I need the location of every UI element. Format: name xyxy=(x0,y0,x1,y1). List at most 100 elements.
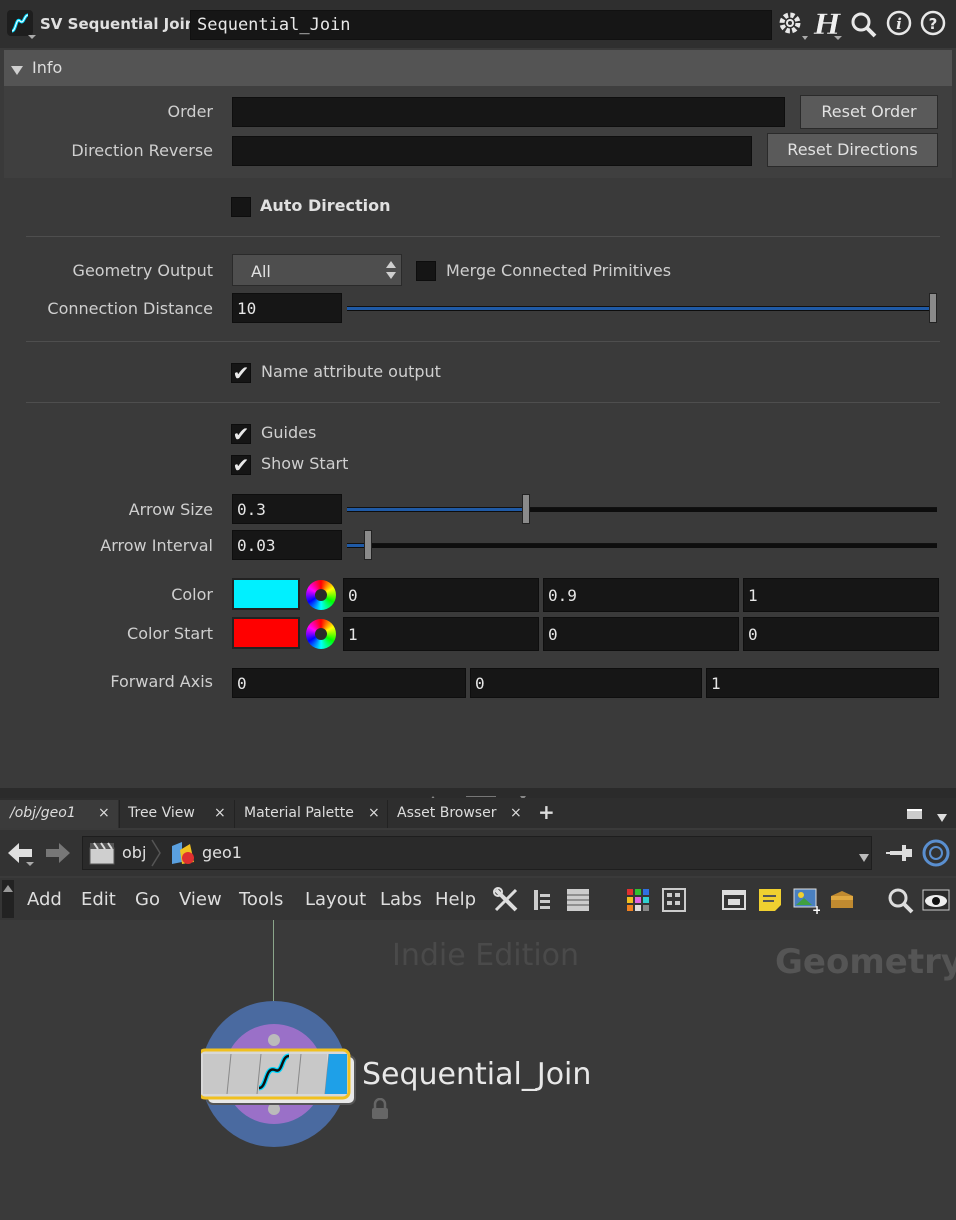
back-arrow-icon[interactable] xyxy=(6,840,36,870)
path-geo1[interactable]: geo1 xyxy=(202,843,242,862)
pane-menu-arrow-icon[interactable] xyxy=(936,808,948,827)
info-folder-bar[interactable] xyxy=(4,50,952,86)
menu-add[interactable]: Add xyxy=(27,889,62,910)
show-start-checkbox[interactable]: ✔ xyxy=(231,455,251,475)
indie-edition-watermark: Indie Edition xyxy=(392,938,580,973)
tab-asset-browser[interactable]: Asset Browser xyxy=(389,800,504,828)
close-icon[interactable]: × xyxy=(510,805,522,821)
color-wheel-icon[interactable] xyxy=(306,619,336,649)
geo-node-icon[interactable] xyxy=(168,840,198,870)
list-view-icon[interactable] xyxy=(564,886,592,914)
color-start-label: Color Start xyxy=(127,624,213,643)
background-image-icon[interactable]: + xyxy=(792,886,822,917)
network-path-field[interactable] xyxy=(82,836,872,870)
path-obj[interactable]: obj xyxy=(122,843,146,862)
menu-go[interactable]: Go xyxy=(135,889,160,910)
geometry-output-dropdown[interactable]: All xyxy=(232,254,402,286)
search-icon[interactable] xyxy=(886,886,914,914)
node-type-icon[interactable] xyxy=(6,9,36,39)
name-attribute-checkbox[interactable]: ✔ xyxy=(231,363,251,383)
color-start-swatch[interactable] xyxy=(232,617,300,649)
tab-tree-view[interactable]: Tree View xyxy=(120,800,203,828)
forward-axis-z-field[interactable]: 1 xyxy=(706,668,939,698)
tools-icon[interactable] xyxy=(492,886,520,914)
node-name-label[interactable]: Sequential_Join xyxy=(362,1057,591,1092)
shape-palette-icon[interactable] xyxy=(660,886,688,914)
order-field[interactable] xyxy=(232,97,785,127)
close-icon[interactable]: × xyxy=(98,805,110,821)
pane-maximize-icon[interactable] xyxy=(906,806,924,825)
color-palette-icon[interactable] xyxy=(624,886,652,914)
direction-reverse-field[interactable] xyxy=(232,136,752,166)
color-start-b-field[interactable]: 0 xyxy=(743,617,939,651)
merge-connected-checkbox[interactable] xyxy=(416,261,436,281)
menu-labs[interactable]: Labs xyxy=(380,889,422,910)
color-r-field[interactable]: 0 xyxy=(343,578,539,612)
connection-distance-slider[interactable] xyxy=(347,306,937,311)
info-icon[interactable]: i xyxy=(884,8,916,40)
menu-view[interactable]: View xyxy=(179,889,222,910)
reset-directions-button[interactable]: Reset Directions xyxy=(767,133,938,167)
info-folder-label: Info xyxy=(32,58,63,77)
asset-box-icon[interactable] xyxy=(828,886,856,914)
sequential-join-node[interactable] xyxy=(197,1000,361,1154)
color-swatch[interactable] xyxy=(232,578,300,610)
color-wheel-icon[interactable] xyxy=(306,580,336,610)
arrow-size-label: Arrow Size xyxy=(128,500,213,519)
connection-distance-field[interactable]: 10 xyxy=(232,293,342,323)
tree-layout-icon[interactable] xyxy=(530,886,558,914)
dropdown-arrows-icon xyxy=(385,259,397,285)
collapse-triangle-icon[interactable] xyxy=(10,62,24,81)
arrow-interval-field[interactable]: 0.03 xyxy=(232,530,342,560)
color-label: Color xyxy=(171,585,213,604)
lock-icon[interactable] xyxy=(370,1097,390,1124)
close-icon[interactable]: × xyxy=(214,805,226,821)
color-start-g-field[interactable]: 0 xyxy=(543,617,739,651)
reset-order-button[interactable]: Reset Order xyxy=(800,95,938,129)
color-start-r-field[interactable]: 1 xyxy=(343,617,539,651)
obj-context-icon[interactable] xyxy=(88,840,116,870)
arrow-size-slider[interactable] xyxy=(347,507,937,512)
guides-checkbox[interactable]: ✔ xyxy=(231,424,251,444)
pin-icon[interactable] xyxy=(886,840,916,870)
arrow-size-slider-handle[interactable] xyxy=(521,494,530,524)
forward-axis-label: Forward Axis xyxy=(110,672,213,691)
node-name-field[interactable]: Sequential_Join xyxy=(190,10,772,40)
add-tab-icon[interactable]: + xyxy=(538,800,555,824)
h-icon[interactable]: H xyxy=(812,8,844,42)
geometry-output-label: Geometry Output xyxy=(72,261,213,280)
show-start-label: Show Start xyxy=(261,454,349,473)
connection-distance-slider-handle[interactable] xyxy=(929,293,937,323)
forward-axis-x-field[interactable]: 0 xyxy=(232,668,466,698)
auto-direction-label: Auto Direction xyxy=(260,196,391,215)
help-icon[interactable]: ? xyxy=(918,8,950,40)
menu-layout[interactable]: Layout xyxy=(305,889,366,910)
menu-tools[interactable]: Tools xyxy=(239,889,283,910)
path-dropdown-arrow-icon[interactable] xyxy=(858,848,870,867)
tab-obj-geo1[interactable]: /obj/geo1 xyxy=(2,800,84,828)
menu-help[interactable]: Help xyxy=(435,889,476,910)
sticky-note-icon[interactable] xyxy=(756,886,784,914)
arrow-size-field[interactable]: 0.3 xyxy=(232,494,342,524)
separator xyxy=(26,341,940,342)
gear-icon[interactable] xyxy=(776,8,808,40)
eye-icon[interactable] xyxy=(922,886,950,914)
auto-direction-checkbox[interactable] xyxy=(231,197,251,217)
search-icon[interactable] xyxy=(848,8,880,40)
forward-arrow-icon[interactable] xyxy=(44,840,74,870)
tab-divider xyxy=(234,800,235,828)
checkmark-icon: ✔ xyxy=(232,453,250,477)
arrow-interval-slider-handle[interactable] xyxy=(364,530,373,560)
close-icon[interactable]: × xyxy=(368,805,380,821)
name-attribute-label: Name attribute output xyxy=(261,362,441,381)
link-icon[interactable] xyxy=(922,839,950,871)
color-b-field[interactable]: 1 xyxy=(743,578,939,612)
color-g-field[interactable]: 0.9 xyxy=(543,578,739,612)
pane-splitter[interactable] xyxy=(0,788,956,800)
arrow-interval-slider[interactable] xyxy=(347,543,937,548)
network-box-icon[interactable] xyxy=(720,886,748,914)
tab-material-palette[interactable]: Material Palette xyxy=(236,800,362,828)
menu-edit[interactable]: Edit xyxy=(81,889,116,910)
menubar-handle[interactable] xyxy=(2,880,14,918)
forward-axis-y-field[interactable]: 0 xyxy=(470,668,702,698)
